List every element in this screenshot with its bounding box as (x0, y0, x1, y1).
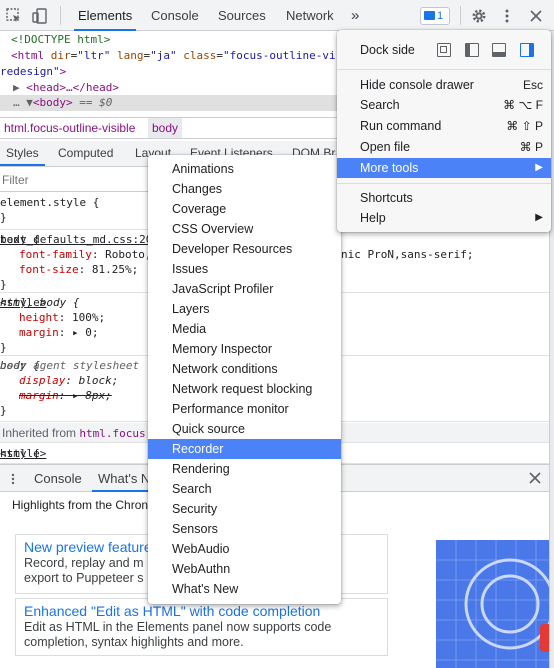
dock-side-label: Dock side (360, 43, 415, 57)
breadcrumb-body[interactable]: body (148, 118, 183, 138)
menu-item-layers[interactable]: Layers (148, 299, 341, 319)
shortcut: ⌘ ⇧ P (506, 119, 543, 133)
kebab-menu-icon[interactable] (499, 8, 515, 24)
menu-item-shortcuts[interactable]: Shortcuts (337, 188, 551, 208)
devtools-logo-icon (436, 540, 554, 668)
menu-item-memory-inspector[interactable]: Memory Inspector (148, 339, 341, 359)
doctype-node[interactable]: <!DOCTYPE html> (11, 32, 110, 48)
filter-input[interactable] (2, 170, 142, 190)
menu-item-help[interactable]: Help ▶ (337, 208, 551, 228)
feature-desc: completion, syntax highlights and more. (24, 635, 244, 649)
rule-close: } (0, 278, 7, 291)
shortcut: ⌘ P (519, 140, 543, 154)
shortcut: Esc (522, 78, 543, 92)
submenu-arrow-icon: ▶ (535, 212, 543, 223)
menu-item-css-overview[interactable]: CSS Overview (148, 219, 341, 239)
head-node[interactable]: ▶ <head>…</head> (13, 80, 119, 96)
menu-separator (337, 183, 551, 184)
customize-devtools-menu: Dock side Hide console drawer Esc Search ⌘… (337, 30, 551, 232)
rule-close: } (0, 404, 7, 417)
toolbar-divider (60, 6, 61, 25)
drawer-tab-whats-new[interactable]: What's N (91, 465, 157, 492)
inherited-link[interactable]: html.focus (79, 427, 145, 440)
drawer-tab-console[interactable]: Console (34, 465, 82, 492)
declaration[interactable]: margin: ▸ 0; (19, 325, 99, 340)
more-tools-submenu: Animations Changes Coverage CSS Overview… (148, 155, 341, 604)
menu-item-animations[interactable]: Animations (148, 159, 341, 179)
issues-icon (424, 11, 435, 20)
more-tabs-button[interactable]: » (351, 0, 359, 31)
menu-item-coverage[interactable]: Coverage (148, 199, 341, 219)
declaration[interactable]: font-size: 81.25%; (19, 262, 138, 277)
html-node[interactable]: <html dir="ltr" lang="ja" class="focus-o… (11, 48, 336, 64)
menu-item-webauthn[interactable]: WebAuthn (148, 559, 341, 579)
rule-close: } (0, 211, 7, 224)
dock-bottom-icon[interactable] (492, 43, 506, 57)
close-icon[interactable] (528, 471, 542, 485)
feature-card[interactable]: Enhanced "Edit as HTML" with code comple… (15, 598, 388, 656)
feature-title[interactable]: Enhanced "Edit as HTML" with code comple… (24, 603, 379, 620)
declaration[interactable]: font-family: Roboto, (19, 247, 151, 262)
menu-item-rendering[interactable]: Rendering (148, 459, 341, 479)
menu-item-more-tools[interactable]: More tools ▶ (337, 158, 551, 178)
inspect-element-icon[interactable] (6, 8, 22, 24)
feature-desc: Edit as HTML in the Elements panel now s… (24, 620, 332, 634)
issues-badge[interactable]: 1 (420, 7, 450, 25)
menu-item-media[interactable]: Media (148, 319, 341, 339)
drawer-menu-icon[interactable] (7, 473, 19, 485)
tab-sources[interactable]: Sources (218, 0, 266, 31)
menu-item-search[interactable]: Search ⌘ ⌥ F (337, 95, 551, 115)
menu-item-security[interactable]: Security (148, 499, 341, 519)
menu-item-search[interactable]: Search (148, 479, 341, 499)
dock-left-icon[interactable] (465, 43, 479, 57)
menu-item-issues[interactable]: Issues (148, 259, 341, 279)
declaration[interactable]: height: 100%; (19, 310, 105, 325)
breadcrumb-html[interactable]: html.focus-outline-visible (0, 118, 139, 138)
tab-styles[interactable]: Styles (0, 141, 45, 166)
menu-item-recorder[interactable]: Recorder (148, 439, 341, 459)
rule-close: } (0, 341, 7, 354)
highlights-heading: Highlights from the Chron (12, 498, 149, 512)
menu-item-run-command[interactable]: Run command ⌘ ⇧ P (337, 116, 551, 136)
menu-item-changes[interactable]: Changes (148, 179, 341, 199)
rule-selector[interactable]: element.style { (0, 195, 99, 210)
declaration: display: block; (19, 374, 119, 387)
menu-item-quick-source[interactable]: Quick source (148, 419, 341, 439)
menu-item-webaudio[interactable]: WebAudio (148, 539, 341, 559)
menu-item-developer-resources[interactable]: Developer Resources (148, 239, 341, 259)
html-node-cont: redesign"> (0, 65, 67, 78)
menu-item-network-conditions[interactable]: Network conditions (148, 359, 341, 379)
shortcut: ⌘ ⌥ F (503, 98, 543, 112)
issues-count: 1 (437, 10, 444, 22)
menu-separator (337, 69, 551, 70)
declaration-overridden: margin: ▸ 8px; (19, 389, 112, 402)
undock-icon[interactable] (437, 43, 451, 57)
menu-item-performance-monitor[interactable]: Performance monitor (148, 399, 341, 419)
tab-computed[interactable]: Computed (58, 141, 113, 166)
menu-item-open-file[interactable]: Open file ⌘ P (337, 137, 551, 157)
menu-item-sensors[interactable]: Sensors (148, 519, 341, 539)
dock-side-row: Dock side (337, 38, 551, 62)
gear-icon[interactable] (471, 8, 487, 24)
tab-console[interactable]: Console (151, 0, 199, 31)
declaration-tail: nic ProN,sans-serif; (341, 248, 474, 261)
close-devtools-icon[interactable] (528, 8, 544, 24)
device-toolbar-icon[interactable] (32, 8, 48, 24)
tab-network[interactable]: Network (286, 0, 334, 31)
menu-item-javascript-profiler[interactable]: JavaScript Profiler (148, 279, 341, 299)
menu-item-hide-console[interactable]: Hide console drawer Esc (337, 75, 551, 95)
promo-illustration (436, 540, 554, 668)
devtools-toolbar: Elements Console Sources Network » 1 (0, 0, 554, 31)
menu-item-network-request-blocking[interactable]: Network request blocking (148, 379, 341, 399)
toolbar-divider (460, 6, 461, 25)
menu-item-whats-new[interactable]: What's New (148, 579, 341, 599)
tab-elements[interactable]: Elements (73, 0, 137, 31)
submenu-arrow-icon: ▶ (535, 162, 543, 173)
dock-right-icon[interactable] (520, 43, 534, 57)
